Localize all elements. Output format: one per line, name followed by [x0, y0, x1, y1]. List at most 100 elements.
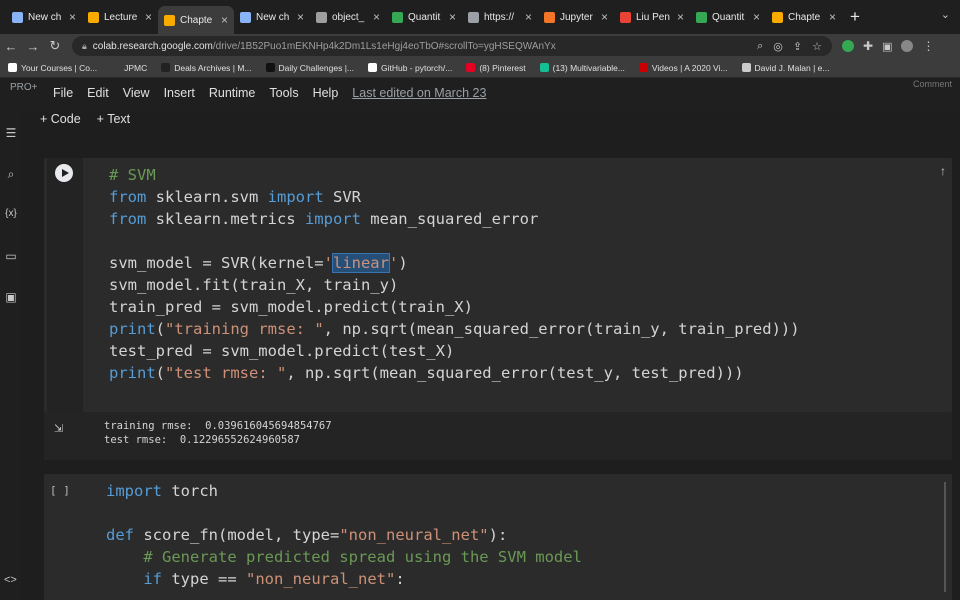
forward-icon[interactable]: → [22, 39, 44, 54]
sidebar-icon[interactable]: ▣ [882, 40, 892, 53]
extension-icon[interactable] [842, 40, 854, 52]
bookmark-label: Daily Challenges |... [278, 62, 354, 73]
cell-scrollbar[interactable] [944, 482, 946, 592]
browser-tab[interactable]: Liu Pen × [614, 5, 690, 29]
close-tab-icon[interactable]: × [221, 13, 228, 27]
add-code-button[interactable]: + Code [40, 112, 81, 136]
browser-tab[interactable]: Jupyter × [538, 5, 614, 29]
browser-tab[interactable]: Chapte × [766, 5, 842, 29]
bookmark-label: Your Courses | Co... [21, 62, 98, 73]
bookmark-item[interactable]: JPMC [111, 63, 147, 73]
close-tab-icon[interactable]: × [373, 10, 380, 24]
browser-tab[interactable]: Chapte × [158, 6, 234, 34]
code-toggle-icon[interactable]: <> [4, 574, 17, 586]
search-icon[interactable]: ⌕ [757, 40, 763, 53]
code-line: if type == "non_neural_net": [106, 568, 405, 590]
string-quote: ' [323, 254, 333, 272]
code-cell[interactable]: [ ] import torch def score_fn(model, typ… [44, 474, 952, 600]
close-tab-icon[interactable]: × [145, 10, 152, 24]
menu-bar: File Edit View Insert Runtime Tools Help… [53, 86, 486, 100]
files-icon[interactable]: ▭ [0, 249, 22, 263]
bookmark-item[interactable]: David J. Malan | e... [741, 63, 830, 73]
browser-tab[interactable]: Quantit × [386, 5, 462, 29]
new-tab-button[interactable]: + [850, 7, 860, 27]
bookmark-favicon-icon [8, 63, 17, 72]
add-text-button[interactable]: + Text [97, 112, 130, 136]
bookmark-item[interactable]: GitHub - pytorch/... [367, 63, 452, 73]
cast-icon[interactable]: ◎ [773, 40, 783, 53]
bookmark-item[interactable]: (13) Multivariable... [539, 63, 625, 73]
reload-icon[interactable]: ↻ [44, 38, 66, 54]
code-cell[interactable]: ↑ # SVM from sklearn.svm import SVR from… [44, 158, 952, 412]
bookmark-item[interactable]: Daily Challenges |... [265, 62, 354, 73]
code-line: from sklearn.svm import SVR [109, 186, 361, 208]
menu-help[interactable]: Help [313, 86, 339, 100]
string-literal: "test rmse: " [165, 364, 287, 382]
close-tab-icon[interactable]: × [69, 10, 76, 24]
bookmark-item[interactable]: Your Courses | Co... [8, 63, 97, 73]
bookmark-favicon-icon [265, 63, 275, 72]
snippets-icon[interactable]: ▣ [0, 290, 22, 304]
last-edited-link[interactable]: Last edited on March 23 [352, 86, 486, 100]
share-icon[interactable]: ⇪ [793, 40, 802, 53]
tab-label: object_ [332, 11, 365, 23]
menu-runtime[interactable]: Runtime [209, 86, 256, 100]
string-literal: "non_neural_net" [246, 570, 396, 588]
close-tab-icon[interactable]: × [677, 10, 684, 24]
search-icon[interactable]: ⌕ [0, 167, 22, 182]
puzzle-icon[interactable]: ✚ [863, 39, 873, 53]
clear-output-icon[interactable]: ⇲ [54, 422, 63, 435]
move-cell-up-icon[interactable]: ↑ [940, 164, 946, 178]
bookmark-item[interactable]: Deals Archives | M... [161, 63, 252, 73]
bookmark-item[interactable]: Videos | A 2020 Vi... [638, 63, 728, 73]
selected-text[interactable]: linear [331, 253, 390, 273]
bookmark-favicon-icon [466, 63, 476, 72]
module-name: sklearn.svm [146, 188, 268, 206]
string-literal: "non_neural_net" [339, 526, 489, 544]
variables-icon[interactable]: {x} [0, 208, 22, 219]
avatar[interactable] [901, 40, 914, 52]
tab-favicon-icon [620, 11, 631, 23]
comment-button[interactable]: Comment [913, 79, 952, 89]
menu-insert[interactable]: Insert [164, 86, 195, 100]
tab-label: Quantit [712, 11, 745, 23]
menu-edit[interactable]: Edit [87, 86, 109, 100]
browser-tab[interactable]: https:// × [462, 5, 538, 29]
menu-tools[interactable]: Tools [269, 86, 298, 100]
execution-count[interactable]: [ ] [50, 484, 70, 497]
close-tab-icon[interactable]: × [449, 10, 456, 24]
bookmark-star-icon[interactable]: ☆ [812, 40, 822, 53]
browser-tab[interactable]: New ch × [234, 5, 310, 29]
menu-view[interactable]: View [123, 86, 150, 100]
menu-file[interactable]: File [53, 86, 73, 100]
browser-tab[interactable]: object_ × [310, 5, 386, 29]
browser-tab-strip: New ch × Lecture × Chapte × New ch × object_ × Qua… [0, 0, 960, 34]
code-text: , np.sqrt(mean_squared_error(test_y, tes… [286, 364, 744, 382]
address-bar[interactable]: 🔒︎ colab.research.google.com/drive/1B52P… [72, 36, 832, 56]
tab-label: Chapte [180, 14, 213, 26]
code-line: print("training rmse: ", np.sqrt(mean_sq… [109, 318, 800, 340]
tab-favicon-icon [164, 14, 175, 26]
browser-tab[interactable]: Lecture × [82, 5, 158, 29]
browser-tab[interactable]: Quantit × [690, 5, 766, 29]
close-tab-icon[interactable]: × [753, 10, 760, 24]
bookmark-item[interactable]: (8) Pinterest [466, 63, 526, 73]
table-of-contents-icon[interactable]: ☰ [0, 126, 22, 140]
run-cell-button[interactable] [55, 164, 73, 182]
kebab-menu-icon[interactable]: ⋮ [922, 39, 934, 53]
code-line: print("test rmse: ", np.sqrt(mean_square… [109, 362, 744, 384]
close-tab-icon[interactable]: × [525, 10, 532, 24]
close-tab-icon[interactable]: × [829, 10, 836, 24]
back-icon[interactable]: ← [0, 39, 22, 54]
tab-search-icon[interactable]: ⌄ [941, 8, 950, 21]
browser-tab[interactable]: New ch × [6, 5, 82, 29]
close-tab-icon[interactable]: × [601, 10, 608, 24]
pro-badge: PRO+ [10, 82, 38, 93]
browser-toolbar: ← → ↻ 🔒︎ colab.research.google.com/drive… [0, 34, 960, 58]
bookmarks-bar: Your Courses | Co... JPMC Deals Archives |… [0, 58, 960, 78]
code-text: : [395, 570, 405, 588]
import-name: SVR [323, 188, 361, 206]
code-line: svm_model = SVR(kernel='linear') [109, 252, 408, 274]
keyword: import [304, 210, 361, 228]
close-tab-icon[interactable]: × [297, 10, 304, 24]
